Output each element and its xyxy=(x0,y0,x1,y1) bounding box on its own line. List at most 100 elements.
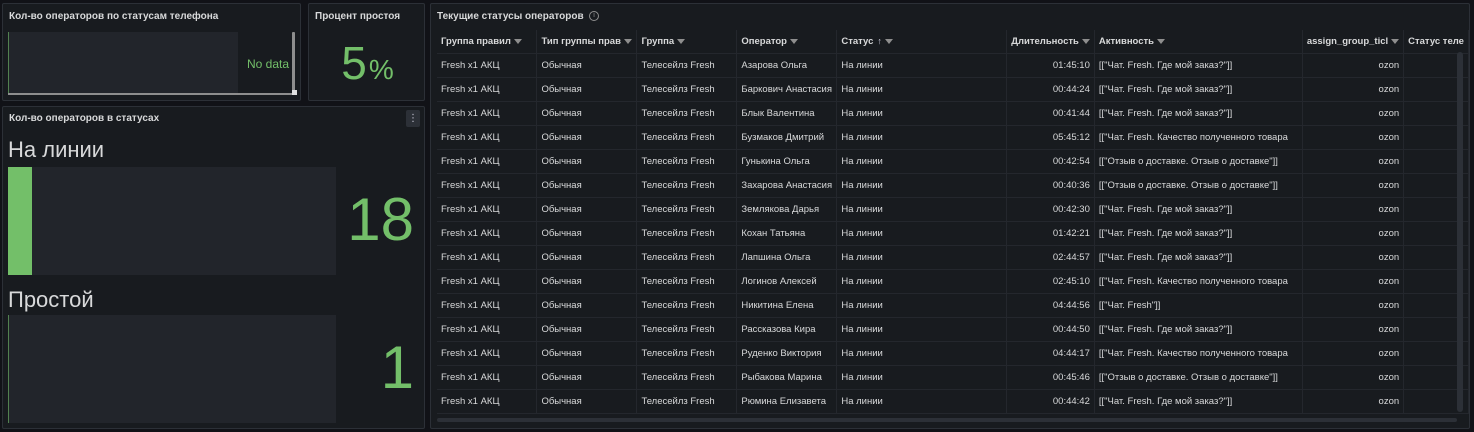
table-cell: Телесейлз Fresh xyxy=(636,245,738,270)
table-row[interactable]: Fresh x1 АКЦ Обычная Телесейлз Fresh Расска… xyxy=(437,317,1469,342)
table-cell: Обычная xyxy=(536,53,638,78)
table-cell: 00:45:46 xyxy=(1006,365,1095,390)
table-row[interactable]: Fresh x1 АКЦ Обычная Телесейлз Fresh Земляк… xyxy=(437,197,1469,222)
table-cell: На линии xyxy=(836,197,1007,222)
table-row[interactable]: Fresh x1 АКЦ Обычная Телесейлз Fresh Лапшин… xyxy=(437,245,1469,270)
table-cell: На линии xyxy=(836,293,1007,318)
table-cell: Fresh x1 АКЦ xyxy=(437,173,538,198)
column-header-label: Тип группы прав xyxy=(541,35,621,47)
table-cell: Обычная xyxy=(536,317,638,342)
table-cell: [["Чат. Fresh. Где мой заказ?"]] xyxy=(1094,245,1303,270)
table-cell: Рыбакова Марина xyxy=(736,365,838,390)
panel-status-counts: Кол-во операторов в статусах ⋮ На линии … xyxy=(2,106,425,429)
table-cell: Обычная xyxy=(536,101,638,126)
table-cell: Обычная xyxy=(536,365,638,390)
table-cell: Лапшина Ольга xyxy=(736,245,838,270)
column-header[interactable]: Оператор xyxy=(736,30,838,54)
table-cell: ozon xyxy=(1302,101,1405,126)
table-cell: Обычная xyxy=(536,197,638,222)
filter-icon[interactable] xyxy=(1081,38,1090,44)
filter-icon[interactable] xyxy=(513,38,522,44)
table-row[interactable]: Fresh x1 АКЦ Обычная Телесейлз Fresh Блык В… xyxy=(437,101,1469,126)
table-cell: 00:40:36 xyxy=(1006,173,1095,198)
table-vertical-scrollbar[interactable] xyxy=(1457,52,1463,412)
table-cell: ozon xyxy=(1302,197,1405,222)
filter-icon[interactable] xyxy=(623,38,632,44)
filter-icon[interactable] xyxy=(884,38,893,44)
table-cell: Телесейлз Fresh xyxy=(636,389,738,414)
stat-value: 5% xyxy=(309,36,424,90)
table-cell: ozon xyxy=(1302,245,1405,270)
panel-phone-status: Кол-во операторов по статусам телефона N… xyxy=(2,3,301,101)
table-row[interactable]: Fresh x1 АКЦ Обычная Телесейлз Fresh Бузмак… xyxy=(437,125,1469,150)
table-row[interactable]: Fresh x1 АКЦ Обычная Телесейлз Fresh Захаро… xyxy=(437,173,1469,198)
table-cell: ozon xyxy=(1302,173,1405,198)
table-cell: Никитина Елена xyxy=(736,293,838,318)
panel-title: Процент простоя xyxy=(315,11,401,22)
table-cell: На линии xyxy=(836,173,1007,198)
table-cell: На линии xyxy=(836,389,1007,414)
table-cell: Баркович Анастасия xyxy=(736,77,838,102)
column-header[interactable]: Группа правил xyxy=(437,30,538,54)
table-row[interactable]: Fresh x1 АКЦ Обычная Телесейлз Fresh Гуньки… xyxy=(437,149,1469,174)
table-cell: [["Отзыв о доставке. Отзыв о доставке"]] xyxy=(1094,149,1303,174)
table-cell: Рассказова Кира xyxy=(736,317,838,342)
column-header[interactable]: assign_group_ticl xyxy=(1302,30,1405,54)
panel-menu-button[interactable]: ⋮ xyxy=(406,110,420,127)
table-cell: ozon xyxy=(1302,221,1405,246)
column-header-label: Статус xyxy=(841,35,874,47)
table-cell: Обычная xyxy=(536,341,638,366)
table-horizontal-scrollbar[interactable] xyxy=(437,418,1457,422)
table-row[interactable]: Fresh x1 АКЦ Обычная Телесейлз Fresh Рыбако… xyxy=(437,365,1469,390)
table-cell: На линии xyxy=(836,221,1007,246)
column-header-label: Активность xyxy=(1098,35,1155,47)
table-cell: 02:44:57 xyxy=(1006,245,1095,270)
table-cell: [["Чат. Fresh. Где мой заказ?"]] xyxy=(1094,101,1303,126)
table-cell: На линии xyxy=(836,125,1007,150)
table-cell: ozon xyxy=(1302,77,1405,102)
resize-handle[interactable] xyxy=(292,90,297,95)
table-cell: 00:44:50 xyxy=(1006,317,1095,342)
table-cell: ozon xyxy=(1302,149,1405,174)
table-cell: Телесейлз Fresh xyxy=(636,317,738,342)
graph-area xyxy=(8,32,238,94)
table-cell: На линии xyxy=(836,77,1007,102)
horizontal-scrollbar[interactable] xyxy=(8,93,293,95)
table-cell: Азарова Ольга xyxy=(736,53,838,78)
table-row[interactable]: Fresh x1 АКЦ Обычная Телесейлз Fresh Кохан … xyxy=(437,221,1469,246)
table-cell: На линии xyxy=(836,341,1007,366)
status-bar xyxy=(8,167,336,275)
filter-icon[interactable] xyxy=(790,38,798,44)
table-cell: Обычная xyxy=(536,293,638,318)
column-header[interactable]: Длительность xyxy=(1006,30,1095,54)
table-row[interactable]: Fresh x1 АКЦ Обычная Телесейлз Fresh Логино… xyxy=(437,269,1469,294)
table-cell: ozon xyxy=(1302,125,1405,150)
vertical-scrollbar[interactable] xyxy=(292,32,295,92)
filter-icon[interactable] xyxy=(1157,38,1166,44)
sort-ascending-icon[interactable]: ↑ xyxy=(877,36,882,46)
column-header[interactable]: Тип группы прав xyxy=(536,30,638,54)
table-cell: [["Отзыв о доставке. Отзыв о доставке"]] xyxy=(1094,365,1303,390)
column-header-label: Группа правил xyxy=(441,35,511,47)
column-header[interactable]: Статус теле xyxy=(1403,30,1469,54)
table-cell: Блык Валентина xyxy=(736,101,838,126)
table-cell: Fresh x1 АКЦ xyxy=(437,245,538,270)
table-cell: На линии xyxy=(836,53,1007,78)
table-row[interactable]: Fresh x1 АКЦ Обычная Телесейлз Fresh Азаров… xyxy=(437,53,1469,78)
operators-table: Группа правил Тип группы прав Группа Операт… xyxy=(437,30,1469,414)
table-cell: 04:44:56 xyxy=(1006,293,1095,318)
column-header[interactable]: Статус ↑ xyxy=(836,30,1007,54)
table-cell: Обычная xyxy=(536,125,638,150)
filter-icon[interactable] xyxy=(1391,38,1400,44)
table-row[interactable]: Fresh x1 АКЦ Обычная Телесейлз Fresh Барков… xyxy=(437,77,1469,102)
table-cell: Fresh x1 АКЦ xyxy=(437,149,538,174)
table-row[interactable]: Fresh x1 АКЦ Обычная Телесейлз Fresh Руденк… xyxy=(437,341,1469,366)
column-header[interactable]: Активность xyxy=(1094,30,1303,54)
column-header[interactable]: Группа xyxy=(636,30,738,54)
table-row[interactable]: Fresh x1 АКЦ Обычная Телесейлз Fresh Рюмина… xyxy=(437,389,1469,414)
info-icon[interactable]: i xyxy=(589,11,599,21)
table-cell: Телесейлз Fresh xyxy=(636,365,738,390)
table-row[interactable]: Fresh x1 АКЦ Обычная Телесейлз Fresh Никити… xyxy=(437,293,1469,318)
filter-icon[interactable] xyxy=(677,38,686,44)
table-cell: [["Чат. Fresh. Качество полученного това… xyxy=(1094,125,1303,150)
